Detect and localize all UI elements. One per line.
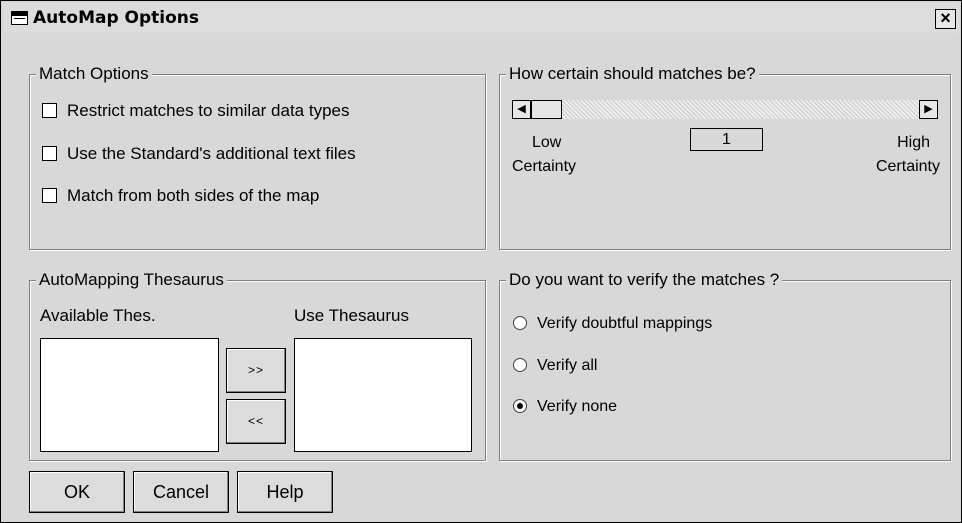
cancel-button[interactable]: Cancel — [133, 471, 229, 513]
thesaurus-legend: AutoMapping Thesaurus — [36, 270, 227, 290]
verify-doubtful-radio[interactable] — [513, 316, 527, 330]
scroll-left-button[interactable]: ◀ — [512, 100, 531, 119]
verify-all-option[interactable]: Verify all — [513, 357, 597, 375]
use-thesaurus-label: Use Thesaurus — [294, 306, 409, 325]
verify-group: Do you want to verify the matches ? Veri… — [499, 270, 951, 461]
title-bar[interactable]: AutoMap Options × — [3, 3, 959, 33]
verify-none-option[interactable]: Verify none — [513, 398, 617, 416]
verify-doubtful-option[interactable]: Verify doubtful mappings — [513, 315, 712, 333]
thesaurus-group: AutoMapping Thesaurus Available Thes. Us… — [29, 270, 486, 461]
use-additional-text-files-option[interactable]: Use the Standard's additional text files — [42, 144, 356, 164]
restrict-similar-types-checkbox[interactable] — [42, 103, 57, 118]
scroll-right-button[interactable]: ▶ — [919, 100, 938, 119]
certainty-group: How certain should matches be? ◀ ▶ Low C… — [499, 64, 951, 250]
match-options-legend: Match Options — [36, 64, 152, 84]
checkbox-label: Restrict matches to similar data types — [67, 101, 350, 120]
verify-none-radio[interactable] — [513, 399, 527, 413]
use-additional-text-files-checkbox[interactable] — [42, 146, 57, 161]
use-thesaurus-list[interactable] — [294, 338, 472, 452]
high-certainty-label: High Certainty — [875, 134, 940, 175]
radio-label: Verify doubtful mappings — [537, 315, 713, 332]
window-title: AutoMap Options — [33, 8, 200, 28]
available-thesaurus-list[interactable] — [40, 338, 219, 452]
certainty-value: 1 — [690, 128, 763, 151]
close-button[interactable]: × — [935, 9, 956, 29]
certainty-legend: How certain should matches be? — [506, 64, 759, 84]
ok-button[interactable]: OK — [29, 471, 125, 513]
match-both-sides-checkbox[interactable] — [42, 188, 57, 203]
radio-label: Verify all — [537, 357, 598, 374]
certainty-slider-thumb[interactable] — [531, 100, 562, 119]
window-menu-icon[interactable] — [11, 11, 28, 25]
checkbox-label: Match from both sides of the map — [67, 186, 320, 205]
restrict-similar-types-option[interactable]: Restrict matches to similar data types — [42, 101, 349, 121]
automap-options-dialog: AutoMap Options × Match Options Restrict… — [0, 0, 962, 523]
help-button[interactable]: Help — [237, 471, 333, 513]
add-thesaurus-button[interactable]: >> — [226, 348, 286, 393]
match-both-sides-option[interactable]: Match from both sides of the map — [42, 186, 319, 206]
available-thesaurus-label: Available Thes. — [40, 306, 156, 325]
radio-label: Verify none — [537, 398, 618, 415]
certainty-slider[interactable]: ◀ ▶ — [512, 100, 938, 119]
low-certainty-label: Low Certainty — [512, 134, 577, 175]
verify-legend: Do you want to verify the matches ? — [506, 270, 783, 290]
remove-thesaurus-button[interactable]: << — [226, 399, 286, 444]
checkbox-label: Use the Standard's additional text files — [67, 144, 356, 163]
match-options-group: Match Options Restrict matches to simila… — [29, 64, 486, 250]
verify-all-radio[interactable] — [513, 358, 527, 372]
